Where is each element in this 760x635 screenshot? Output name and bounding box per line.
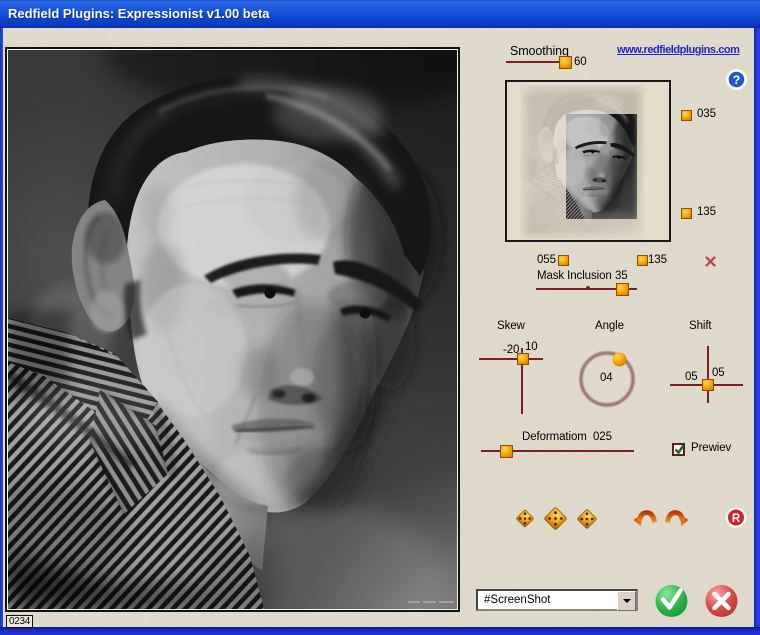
svg-text:?: ? xyxy=(733,73,740,87)
svg-text:R: R xyxy=(732,513,741,525)
